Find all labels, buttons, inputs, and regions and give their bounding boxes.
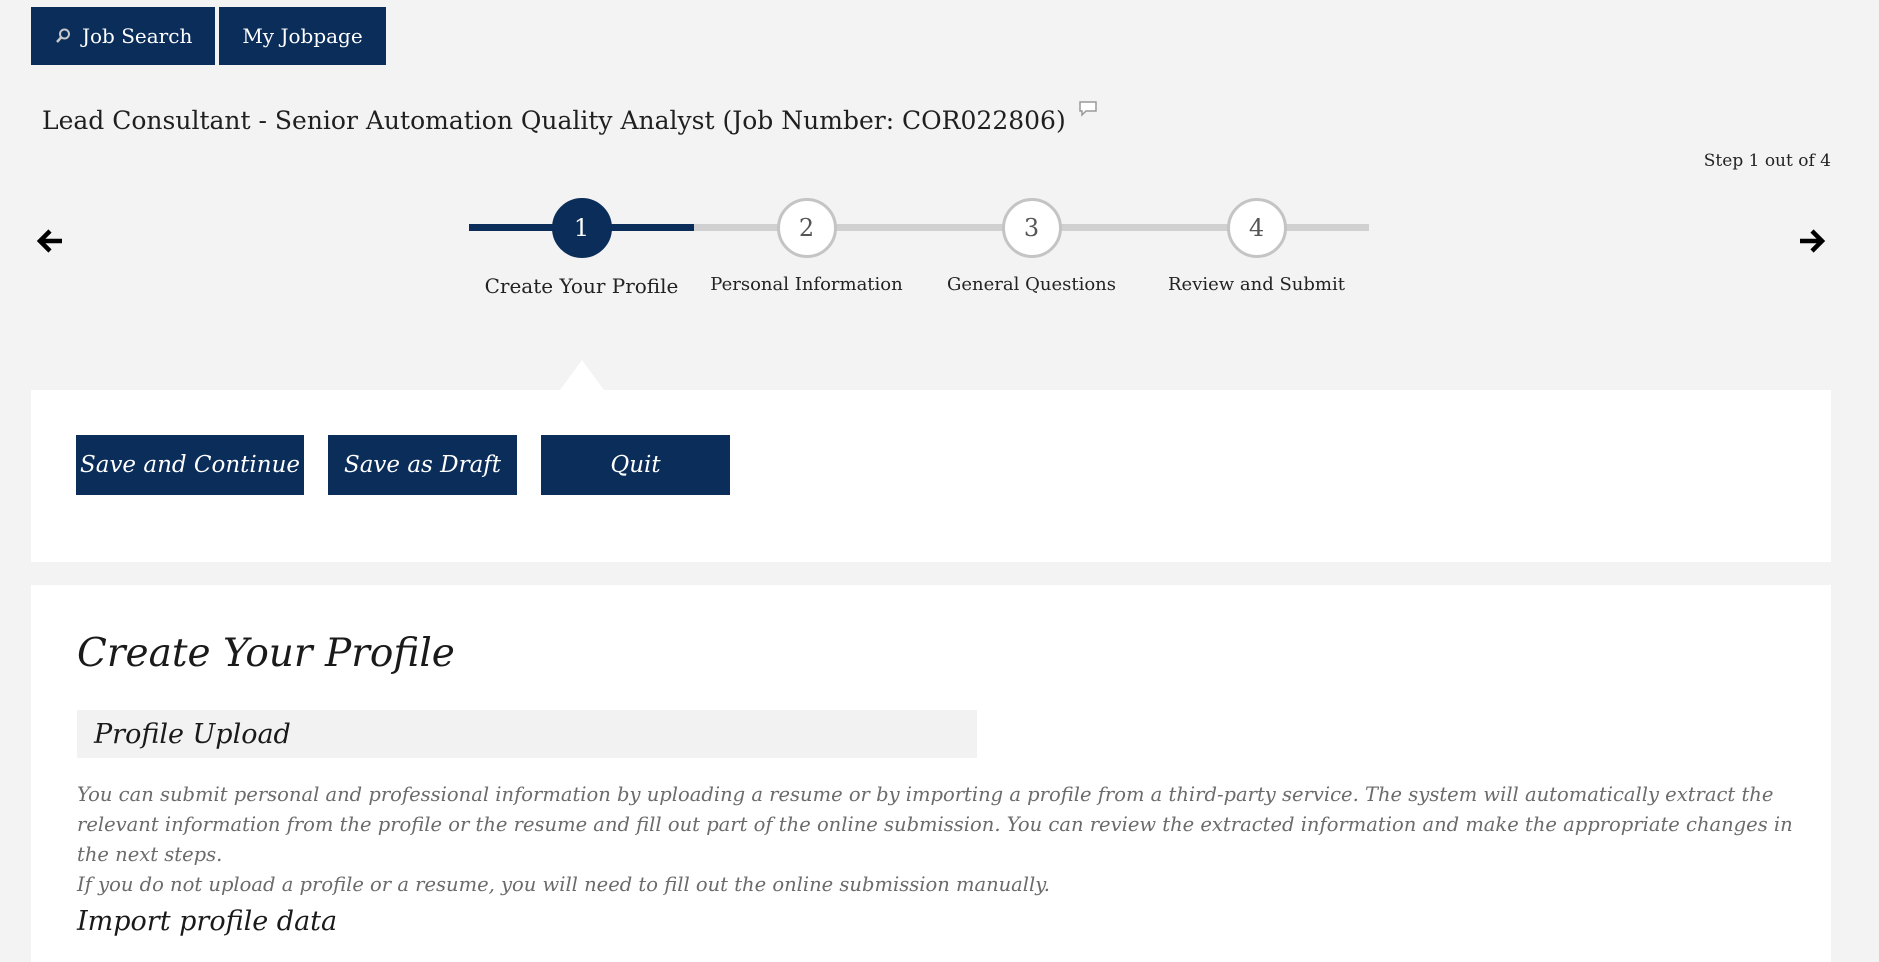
top-navigation: Job Search My Jobpage — [31, 7, 386, 65]
actions-panel: Save and Continue Save as Draft Quit — [31, 390, 1831, 562]
profile-upload-description: You can submit personal and professional… — [77, 780, 1807, 900]
active-step-pointer — [560, 360, 604, 390]
section-title: Create Your Profile — [77, 631, 455, 676]
profile-upload-heading: Profile Upload — [77, 710, 977, 758]
description-paragraph: If you do not upload a profile or a resu… — [77, 873, 1050, 896]
step-general-questions[interactable]: 3 General Questions — [919, 196, 1144, 295]
arrow-left-icon[interactable] — [36, 226, 66, 256]
step-label: Create Your Profile — [484, 274, 679, 298]
step-circle: 4 — [1226, 198, 1287, 258]
job-title: Lead Consultant - Senior Automation Qual… — [42, 101, 1098, 135]
step-label: Review and Submit — [1168, 274, 1345, 295]
step-label: Personal Information — [710, 274, 903, 295]
arrow-right-icon[interactable] — [1796, 226, 1826, 256]
save-as-draft-button[interactable]: Save as Draft — [328, 435, 517, 495]
step-circle: 2 — [776, 198, 837, 258]
job-title-text: Lead Consultant - Senior Automation Qual… — [42, 106, 1066, 135]
my-jobpage-button[interactable]: My Jobpage — [219, 7, 386, 65]
comment-icon[interactable] — [1078, 100, 1098, 118]
save-and-continue-button[interactable]: Save and Continue — [76, 435, 304, 495]
step-circle: 1 — [551, 198, 612, 258]
import-profile-heading: Import profile data — [77, 906, 338, 937]
progress-stepper: 1 Create Your Profile 2 Personal Informa… — [469, 196, 1369, 316]
profile-panel: Create Your Profile Profile Upload You c… — [31, 585, 1831, 962]
action-buttons: Save and Continue Save as Draft Quit — [76, 435, 730, 495]
job-search-button[interactable]: Job Search — [31, 7, 216, 65]
description-paragraph: You can submit personal and professional… — [77, 783, 1793, 866]
step-review-submit[interactable]: 4 Review and Submit — [1144, 196, 1369, 295]
step-circle: 3 — [1001, 198, 1062, 258]
step-personal-information[interactable]: 2 Personal Information — [694, 196, 919, 295]
my-jobpage-label: My Jobpage — [242, 24, 363, 48]
step-create-profile[interactable]: 1 Create Your Profile — [469, 196, 694, 298]
quit-button[interactable]: Quit — [541, 435, 730, 495]
step-counter: Step 1 out of 4 — [1703, 151, 1831, 171]
step-label: General Questions — [947, 274, 1116, 295]
magnifier-icon — [56, 28, 70, 43]
job-search-label: Job Search — [82, 24, 193, 48]
